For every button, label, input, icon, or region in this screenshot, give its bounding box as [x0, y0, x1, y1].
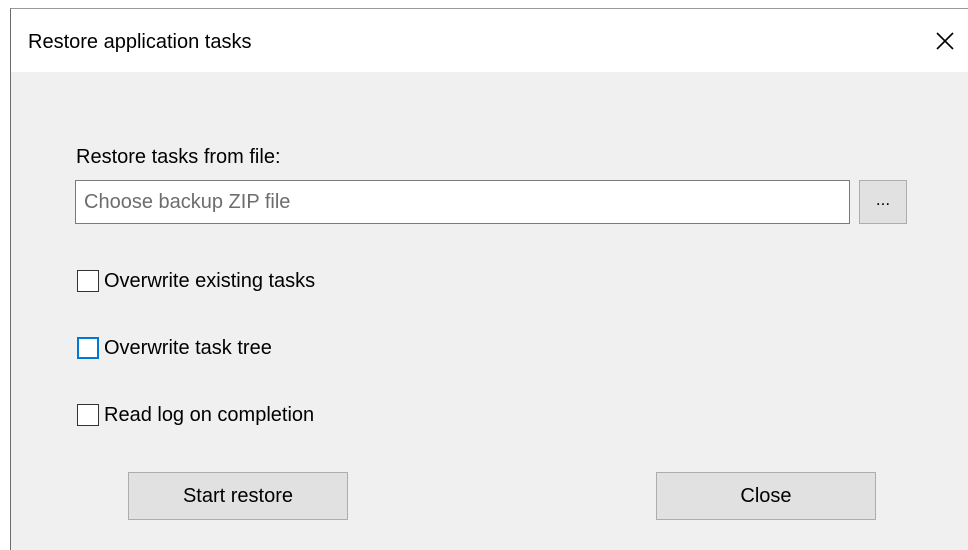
window-title: Restore application tasks: [28, 31, 252, 53]
backup-file-input[interactable]: [75, 180, 850, 224]
overwrite-task-tree-label: Overwrite task tree: [104, 336, 272, 359]
browse-button[interactable]: ...: [859, 180, 907, 224]
start-restore-button[interactable]: Start restore: [128, 472, 348, 520]
overwrite-task-tree-option[interactable]: Overwrite task tree: [77, 335, 272, 361]
overwrite-existing-tasks-label: Overwrite existing tasks: [104, 269, 316, 292]
close-icon[interactable]: [931, 27, 959, 55]
read-log-label: Read log on completion: [104, 403, 315, 426]
overwrite-task-tree-checkbox[interactable]: [77, 337, 99, 359]
overwrite-existing-tasks-checkbox[interactable]: [77, 270, 99, 292]
start-restore-label: Start restore: [182, 484, 294, 507]
close-button-label: Close: [740, 484, 792, 507]
read-log-checkbox[interactable]: [77, 404, 99, 426]
overwrite-existing-tasks-option[interactable]: Overwrite existing tasks: [77, 268, 315, 294]
close-button[interactable]: Close: [656, 472, 876, 520]
restore-file-label: Restore tasks from file:: [76, 146, 281, 168]
title-bar: Restore application tasks: [11, 9, 968, 72]
browse-button-label: ...: [875, 190, 891, 209]
restore-dialog: Restore application tasks Restore tasks …: [10, 8, 968, 550]
read-log-option[interactable]: Read log on completion: [77, 402, 314, 428]
